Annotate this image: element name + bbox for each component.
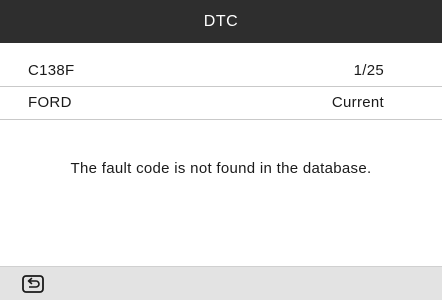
bottom-toolbar [0,266,442,300]
dtc-position: 1/25 [353,62,384,79]
dtc-code: C138F [28,62,75,79]
vehicle-make: FORD [28,94,72,111]
dtc-make-row: FORD Current [0,86,442,119]
fault-message: The fault code is not found in the datab… [70,160,372,177]
dtc-code-row: C138F 1/25 [0,54,442,87]
back-icon [22,275,44,293]
dtc-screen: DTC C138F 1/25 FORD Current The fault co… [0,0,442,300]
back-button[interactable] [22,275,44,293]
dtc-status: Current [331,94,384,111]
title-bar: DTC [0,0,442,43]
divider [0,119,442,120]
page-title: DTC [203,12,239,30]
